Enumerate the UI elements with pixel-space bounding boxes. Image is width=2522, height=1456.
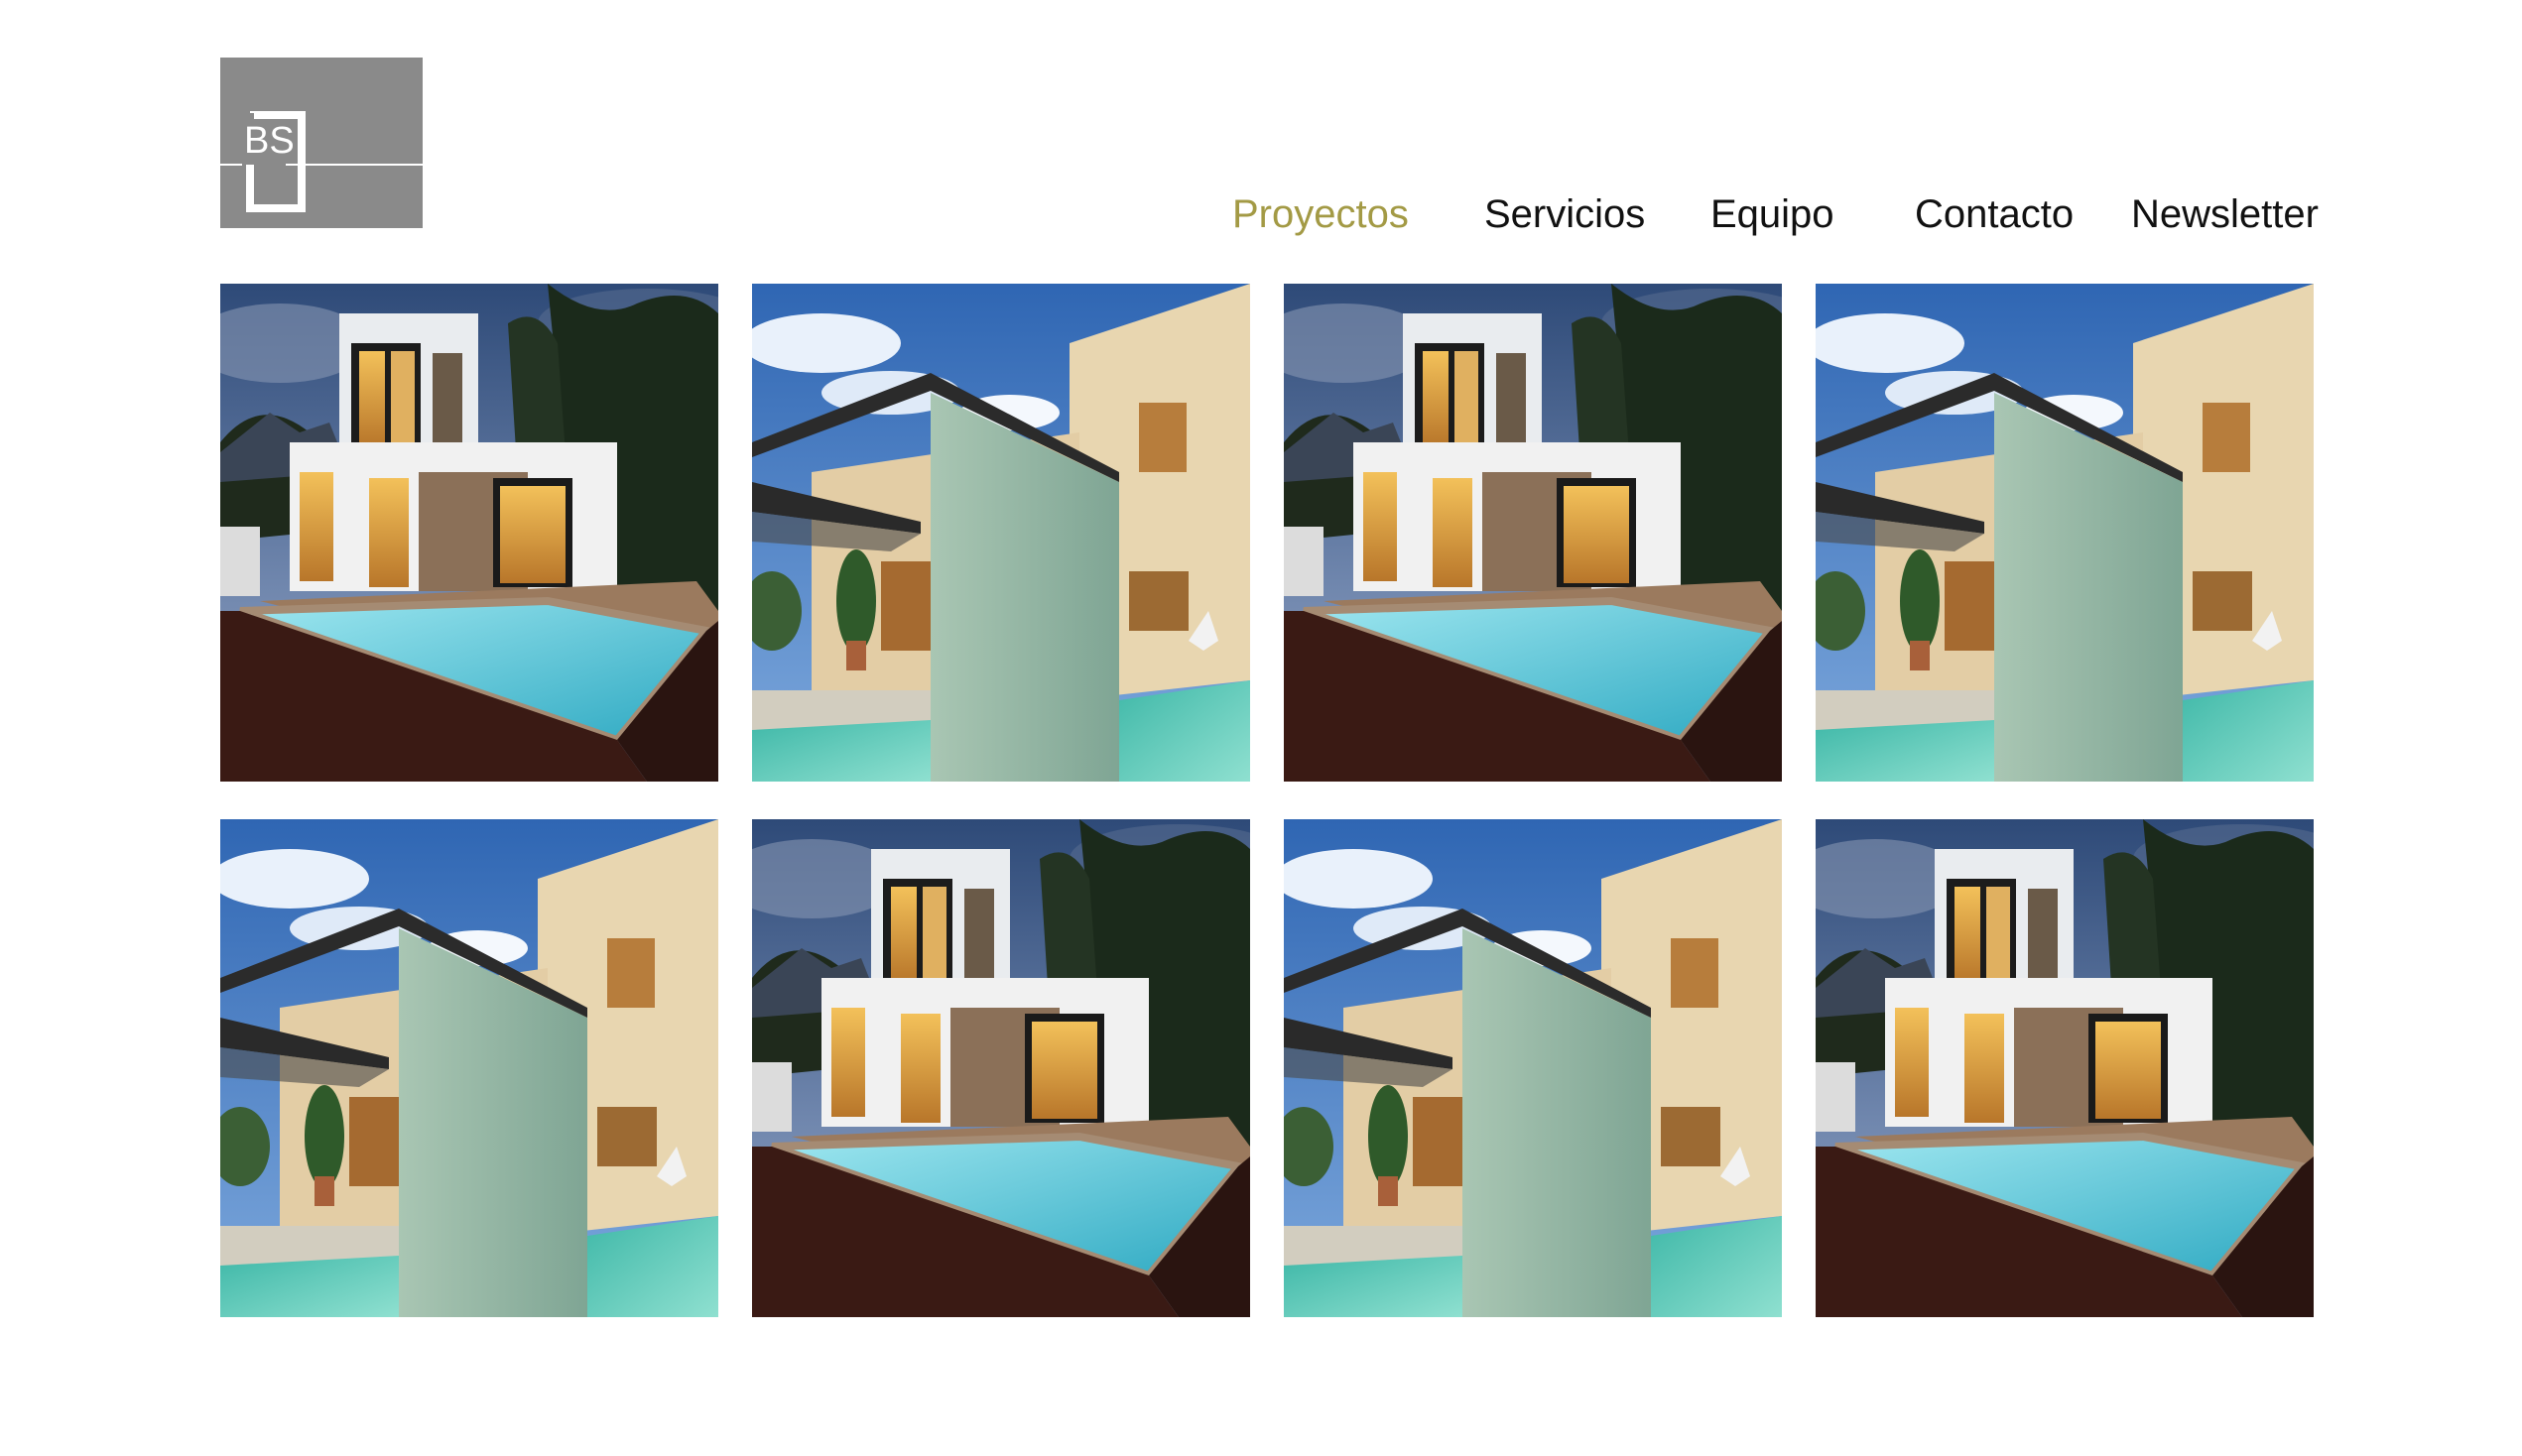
project-thumbnail[interactable] (752, 284, 1250, 782)
project-image (1816, 819, 2314, 1317)
project-image (1284, 284, 1782, 782)
project-thumbnail[interactable] (220, 284, 718, 782)
project-thumbnail[interactable] (1284, 284, 1782, 782)
project-thumbnail[interactable] (1816, 819, 2314, 1317)
project-thumbnail[interactable] (752, 819, 1250, 1317)
project-thumbnail[interactable] (1284, 819, 1782, 1317)
project-thumbnail[interactable] (220, 819, 718, 1317)
project-image (752, 284, 1250, 782)
project-image (220, 284, 718, 782)
main-nav: Proyectos Servicios Equipo Contacto News… (1230, 184, 2322, 244)
nav-newsletter[interactable]: Newsletter (2131, 184, 2319, 244)
project-image (1816, 284, 2314, 782)
project-image (220, 819, 718, 1317)
nav-servicios[interactable]: Servicios (1484, 184, 1645, 244)
nav-equipo[interactable]: Equipo (1710, 184, 1834, 244)
project-gallery (220, 284, 2314, 1317)
nav-contacto[interactable]: Contacto (1915, 184, 2074, 244)
nav-proyectos[interactable]: Proyectos (1232, 184, 1409, 244)
logo-text: BS (244, 120, 295, 162)
logo-mark: BS (220, 58, 423, 228)
project-thumbnail[interactable] (1816, 284, 2314, 782)
logo[interactable]: BS (220, 58, 423, 228)
project-image (1284, 819, 1782, 1317)
project-image (752, 819, 1250, 1317)
